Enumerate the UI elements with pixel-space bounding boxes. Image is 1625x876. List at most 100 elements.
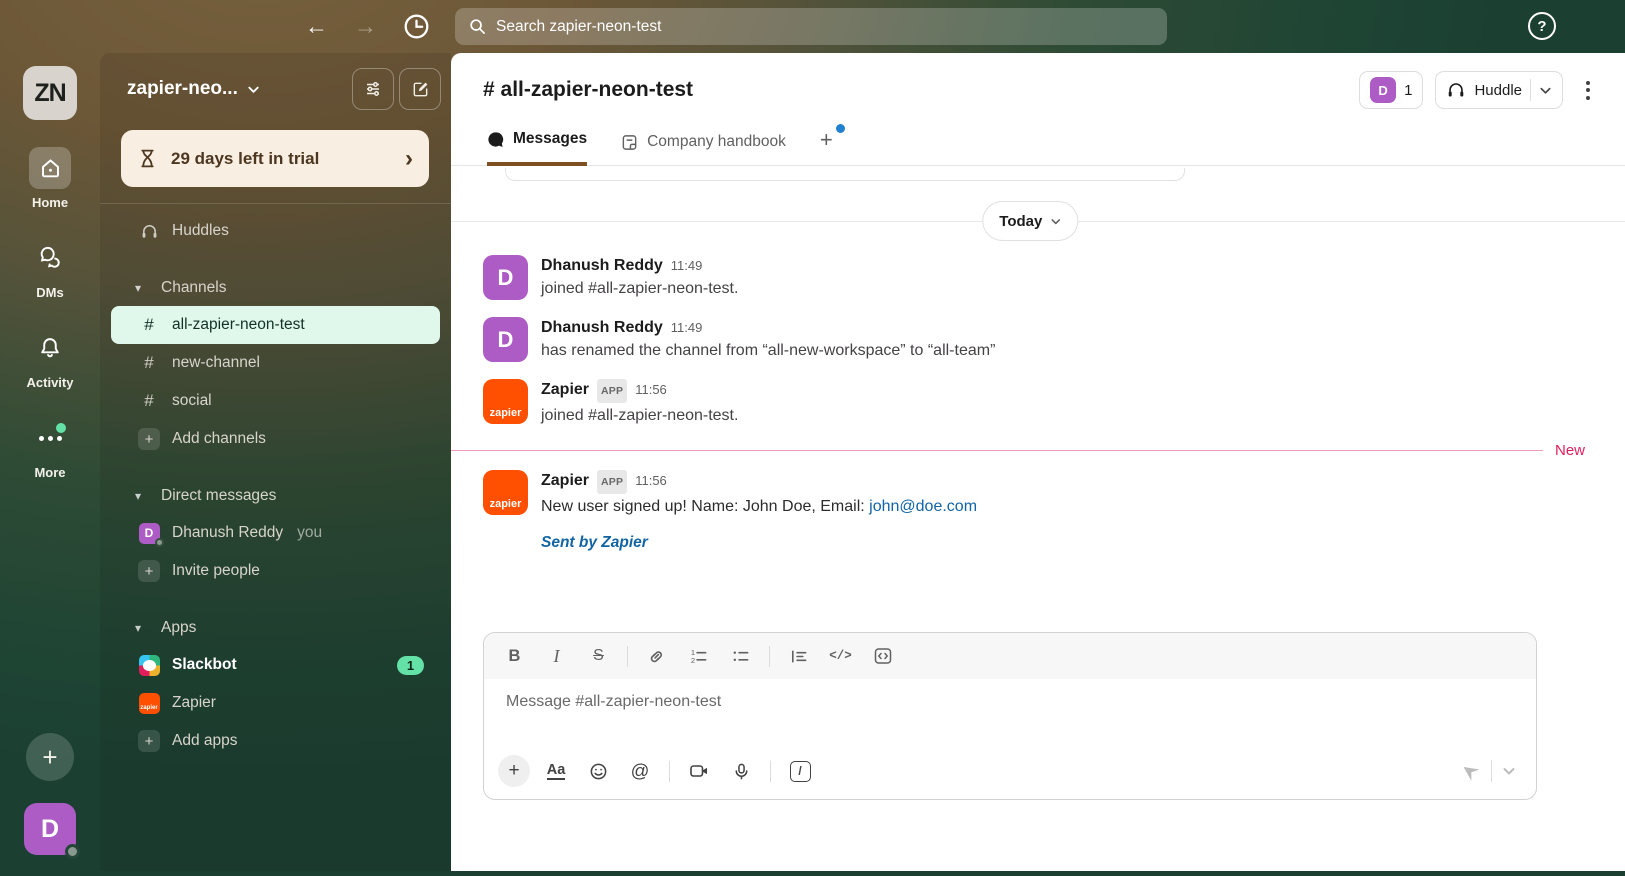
message-avatar[interactable]: D	[483, 317, 528, 362]
chevron-down-icon	[1050, 216, 1061, 227]
strikethrough-button[interactable]: S	[582, 640, 615, 672]
channel-title[interactable]: # all-zapier-neon-test	[483, 78, 693, 102]
message-author[interactable]: Dhanush Reddy	[541, 255, 663, 276]
sent-by-zapier-link[interactable]: Sent by Zapier	[541, 534, 977, 552]
apps-section-header[interactable]: ▾ Apps	[100, 610, 451, 646]
tab-messages[interactable]: Messages	[487, 130, 587, 166]
search-input[interactable]: Search zapier-neon-test	[455, 8, 1167, 45]
mic-button[interactable]	[725, 755, 757, 787]
workspace-switcher[interactable]: ZN	[23, 66, 77, 120]
hourglass-icon	[137, 148, 158, 169]
italic-button[interactable]: I	[540, 640, 573, 672]
message-row[interactable]: D Dhanush Reddy 11:49 joined #all-zapier…	[451, 248, 1625, 310]
invite-people-button[interactable]: + Invite people	[111, 552, 440, 590]
more-notification-dot	[56, 423, 66, 433]
sidebar-channel-new-channel[interactable]: # new-channel	[111, 344, 440, 382]
ordered-list-button[interactable]: 1 2	[682, 640, 715, 672]
channels-section-header[interactable]: ▾ Channels	[100, 270, 451, 306]
formatting-toggle-button[interactable]: Aa	[540, 755, 572, 787]
message-author[interactable]: Zapier	[541, 379, 589, 400]
members-button[interactable]: D 1	[1359, 71, 1423, 109]
dm-section-header[interactable]: ▾ Direct messages	[100, 478, 451, 514]
message-text: New user signed up! Name: John Doe, Emai…	[541, 498, 869, 515]
message-input[interactable]: Message #all-zapier-neon-test	[484, 679, 1536, 755]
headphones-icon	[138, 222, 160, 241]
filter-button[interactable]	[352, 68, 394, 110]
message-time[interactable]: 11:49	[671, 317, 703, 338]
chevron-down-icon[interactable]	[1539, 84, 1552, 97]
user-avatar[interactable]: D	[24, 803, 76, 855]
sidebar-app-zapier[interactable]: zapier Zapier	[111, 684, 440, 722]
new-messages-divider: New	[451, 439, 1625, 461]
email-link[interactable]: john@doe.com	[869, 498, 977, 515]
mention-button[interactable]: @	[624, 755, 656, 787]
handbook-icon	[621, 134, 638, 151]
trial-banner[interactable]: 29 days left in trial ›	[121, 130, 429, 187]
huddle-button[interactable]: Huddle	[1435, 71, 1563, 109]
message-author[interactable]: Zapier	[541, 470, 589, 491]
composer-actions: + Aa @	[484, 755, 1536, 799]
chevron-down-icon	[247, 83, 260, 96]
attach-button[interactable]: +	[498, 755, 530, 787]
channel-name: social	[172, 392, 212, 410]
bold-button[interactable]: B	[498, 640, 531, 672]
sidebar-channel-all-zapier-neon-test[interactable]: # all-zapier-neon-test	[111, 306, 440, 344]
code-button[interactable]: </>	[824, 640, 857, 672]
send-options-chevron-icon[interactable]	[1502, 764, 1516, 778]
message-time[interactable]: 11:56	[635, 379, 667, 400]
bell-icon	[29, 327, 71, 369]
shortcuts-button[interactable]: /	[784, 755, 816, 787]
sidebar-app-slackbot[interactable]: Slackbot 1	[111, 646, 440, 684]
add-tab-button[interactable]: +	[820, 127, 839, 165]
back-icon[interactable]: ←	[305, 15, 328, 38]
send-button[interactable]	[1459, 760, 1481, 782]
code-block-button[interactable]	[866, 640, 899, 672]
more-options-icon[interactable]	[1575, 77, 1601, 104]
blockquote-button[interactable]	[782, 640, 815, 672]
message-time[interactable]: 11:56	[635, 470, 667, 491]
date-divider: Today	[451, 201, 1625, 241]
sidebar-channel-social[interactable]: # social	[111, 382, 440, 420]
message-composer: B I S 1 2	[483, 632, 1537, 800]
video-button[interactable]	[683, 755, 715, 787]
workspace-name-button[interactable]: zapier-neo...	[127, 78, 260, 100]
emoji-button[interactable]	[582, 755, 614, 787]
message-author[interactable]: Dhanush Reddy	[541, 317, 663, 338]
history-clock-icon[interactable]	[403, 13, 430, 40]
search-icon	[469, 18, 486, 35]
rail-item-home[interactable]: Home	[29, 147, 71, 210]
message-avatar[interactable]: zapier	[483, 470, 528, 515]
link-button[interactable]	[640, 640, 673, 672]
add-channels-label: Add channels	[172, 430, 266, 448]
date-divider-button[interactable]: Today	[982, 201, 1078, 241]
message-row[interactable]: D Dhanush Reddy 11:49 has renamed the ch…	[451, 310, 1625, 372]
help-icon[interactable]: ?	[1528, 12, 1556, 40]
add-apps-button[interactable]: + Add apps	[111, 722, 440, 760]
message-row[interactable]: zapier Zapier APP 11:56 joined #all-zapi…	[451, 372, 1625, 437]
mic-icon	[732, 762, 751, 781]
rail-item-dms[interactable]: DMs	[29, 237, 71, 300]
bullet-list-button[interactable]	[724, 640, 757, 672]
channel-sidebar: zapier-neo... 29 days left	[100, 53, 451, 871]
sidebar-dm-dhanush-reddy[interactable]: D Dhanush Reddy you	[111, 514, 440, 552]
message-row[interactable]: zapier Zapier APP 11:56 New user signed …	[451, 463, 1625, 560]
message-time[interactable]: 11:49	[671, 255, 703, 276]
forward-icon[interactable]: →	[354, 15, 377, 38]
rail-item-more[interactable]: More	[29, 417, 71, 480]
rail-item-activity[interactable]: Activity	[27, 327, 74, 390]
tab-company-handbook[interactable]: Company handbook	[621, 133, 786, 165]
sidebar-divider	[100, 203, 451, 204]
plus-icon: +	[138, 428, 160, 450]
emoji-icon	[589, 762, 608, 781]
message-avatar[interactable]: zapier	[483, 379, 528, 424]
home-icon	[29, 147, 71, 189]
add-channels-button[interactable]: + Add channels	[111, 420, 440, 458]
compose-button[interactable]	[399, 68, 441, 110]
top-bar: ← → Search zapier-neon-test ?	[0, 0, 1625, 53]
message-avatar[interactable]: D	[483, 255, 528, 300]
toolbar-divider	[769, 646, 770, 667]
sidebar-item-huddles[interactable]: Huddles	[111, 212, 440, 250]
dms-icon	[29, 237, 71, 279]
create-new-button[interactable]: +	[26, 733, 74, 781]
apps-header-label: Apps	[161, 619, 196, 637]
